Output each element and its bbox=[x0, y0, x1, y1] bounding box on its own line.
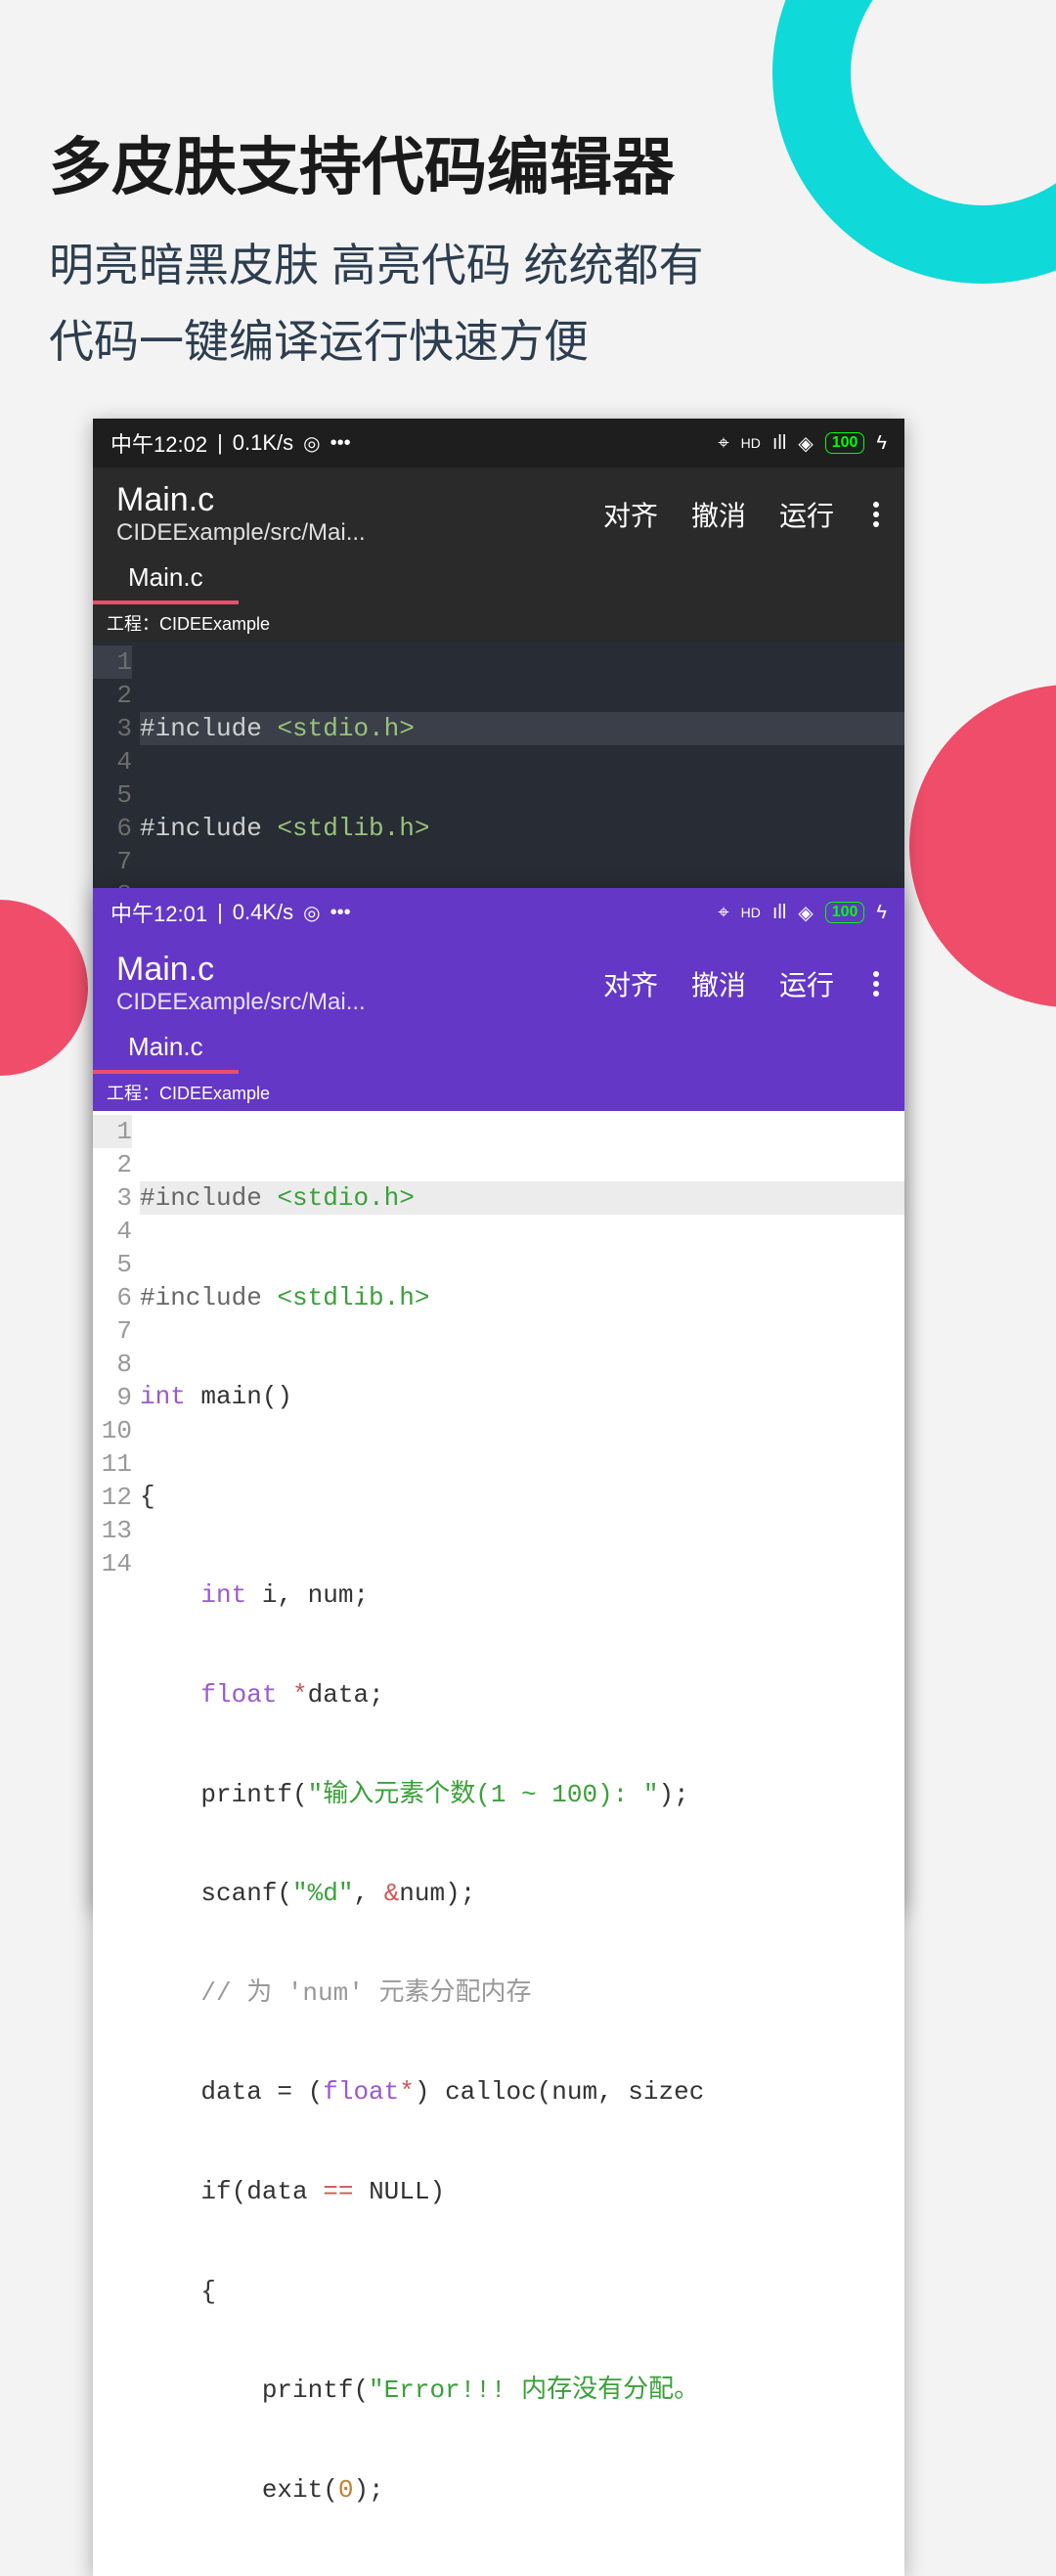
signal-icon: ıll bbox=[772, 902, 786, 924]
status-time: 中午12:01 bbox=[110, 897, 207, 928]
align-button[interactable]: 对齐 bbox=[603, 495, 658, 534]
status-time: 中午12:02 bbox=[110, 427, 207, 459]
status-bar-light: 中午12:01 | 0.4K/s ◎ ••• ⌖ HD ıll ◈ 100 ϟ bbox=[93, 888, 904, 937]
status-net: 0.4K/s bbox=[233, 900, 293, 925]
app-bar-light: Main.c CIDEExample/src/Mai... 对齐 撤消 运行 bbox=[93, 937, 904, 1026]
bluetooth-icon: ⌖ bbox=[718, 902, 728, 924]
code-line: printf("输入元素个数(1 ~ 100): "); bbox=[140, 1778, 904, 1811]
code-line: { bbox=[140, 2275, 904, 2308]
code-line: #include <stdio.h> bbox=[140, 712, 904, 745]
tab-main-c[interactable]: Main.c bbox=[93, 556, 239, 604]
code-line: #include <stdlib.h> bbox=[140, 812, 904, 845]
code-line: int i, num; bbox=[140, 1578, 904, 1612]
app-path: CIDEExample/src/Mai... bbox=[116, 519, 366, 547]
wifi-icon: ◈ bbox=[798, 431, 813, 456]
charge-icon: ϟ bbox=[876, 432, 887, 455]
heading-block: 多皮肤支持代码编辑器 明亮暗黑皮肤 高亮代码 统统都有 代码一键编译运行快速方便 bbox=[0, 0, 1056, 419]
code-line: if(data == NULL) bbox=[140, 2175, 904, 2208]
code-line: exit(0); bbox=[140, 2473, 904, 2507]
page-subtitle-2: 代码一键编译运行快速方便 bbox=[49, 303, 1007, 379]
charge-icon: ϟ bbox=[876, 902, 887, 924]
status-divider: | bbox=[217, 430, 223, 456]
code-area-light[interactable]: #include <stdio.h> #include <stdlib.h> i… bbox=[140, 1111, 904, 2576]
page-subtitle-1: 明亮暗黑皮肤 高亮代码 统统都有 bbox=[49, 227, 1007, 303]
wifi-icon: ◈ bbox=[798, 901, 813, 925]
ellipsis-icon: ••• bbox=[330, 432, 351, 455]
code-line: { bbox=[140, 1480, 904, 1513]
compass-icon: ◎ bbox=[303, 901, 320, 925]
bluetooth-icon: ⌖ bbox=[718, 432, 728, 455]
compass-icon: ◎ bbox=[303, 431, 320, 456]
app-title: Main.c bbox=[116, 481, 366, 519]
code-line: #include <stdlib.h> bbox=[140, 1281, 904, 1314]
code-line: data = (float*) calloc(num, sizec bbox=[140, 2075, 904, 2109]
project-label-light: 工程：CIDEExample bbox=[93, 1074, 904, 1111]
app-path: CIDEExample/src/Mai... bbox=[116, 989, 366, 1016]
code-line: int main() bbox=[140, 1380, 904, 1413]
editor-light[interactable]: 1 2 3 4 5 6 7 8 9 10 11 12 13 14 #includ… bbox=[93, 1111, 904, 2576]
page-title: 多皮肤支持代码编辑器 bbox=[49, 117, 1007, 207]
more-menu-icon[interactable] bbox=[867, 502, 885, 527]
code-line: float *data; bbox=[140, 1678, 904, 1711]
tab-row-dark: Main.c bbox=[93, 556, 904, 604]
tab-main-c[interactable]: Main.c bbox=[93, 1026, 239, 1074]
gutter-light: 1 2 3 4 5 6 7 8 9 10 11 12 13 14 bbox=[93, 1111, 140, 2576]
project-label-dark: 工程：CIDEExample bbox=[93, 604, 904, 642]
status-bar-dark: 中午12:02 | 0.1K/s ◎ ••• ⌖ HD ıll ◈ 100 ϟ bbox=[93, 419, 904, 467]
undo-button[interactable]: 撤消 bbox=[691, 964, 746, 1003]
tab-row-light: Main.c bbox=[93, 1026, 904, 1074]
app-bar-dark: Main.c CIDEExample/src/Mai... 对齐 撤消 运行 bbox=[93, 467, 904, 556]
ellipsis-icon: ••• bbox=[330, 902, 351, 924]
run-button[interactable]: 运行 bbox=[779, 495, 834, 534]
signal-icon: ıll bbox=[772, 432, 786, 455]
code-line: scanf("%d", &num); bbox=[140, 1877, 904, 1910]
code-line: #include <stdio.h> bbox=[140, 1181, 904, 1215]
status-net: 0.1K/s bbox=[233, 430, 293, 456]
undo-button[interactable]: 撤消 bbox=[691, 495, 746, 534]
status-divider: | bbox=[217, 900, 223, 925]
battery-badge: 100 bbox=[825, 902, 865, 923]
code-line: // 为 'num' 元素分配内存 bbox=[140, 1976, 904, 2010]
battery-badge: 100 bbox=[825, 432, 865, 454]
phone-light: 中午12:01 | 0.4K/s ◎ ••• ⌖ HD ıll ◈ 100 ϟ … bbox=[93, 888, 904, 2576]
align-button[interactable]: 对齐 bbox=[603, 964, 658, 1003]
run-button[interactable]: 运行 bbox=[779, 964, 834, 1003]
hd-icon: HD bbox=[741, 435, 761, 451]
more-menu-icon[interactable] bbox=[867, 971, 885, 997]
code-line: printf("Error!!! 内存没有分配。 bbox=[140, 2374, 904, 2407]
app-title: Main.c bbox=[116, 951, 366, 989]
hd-icon: HD bbox=[741, 905, 761, 920]
